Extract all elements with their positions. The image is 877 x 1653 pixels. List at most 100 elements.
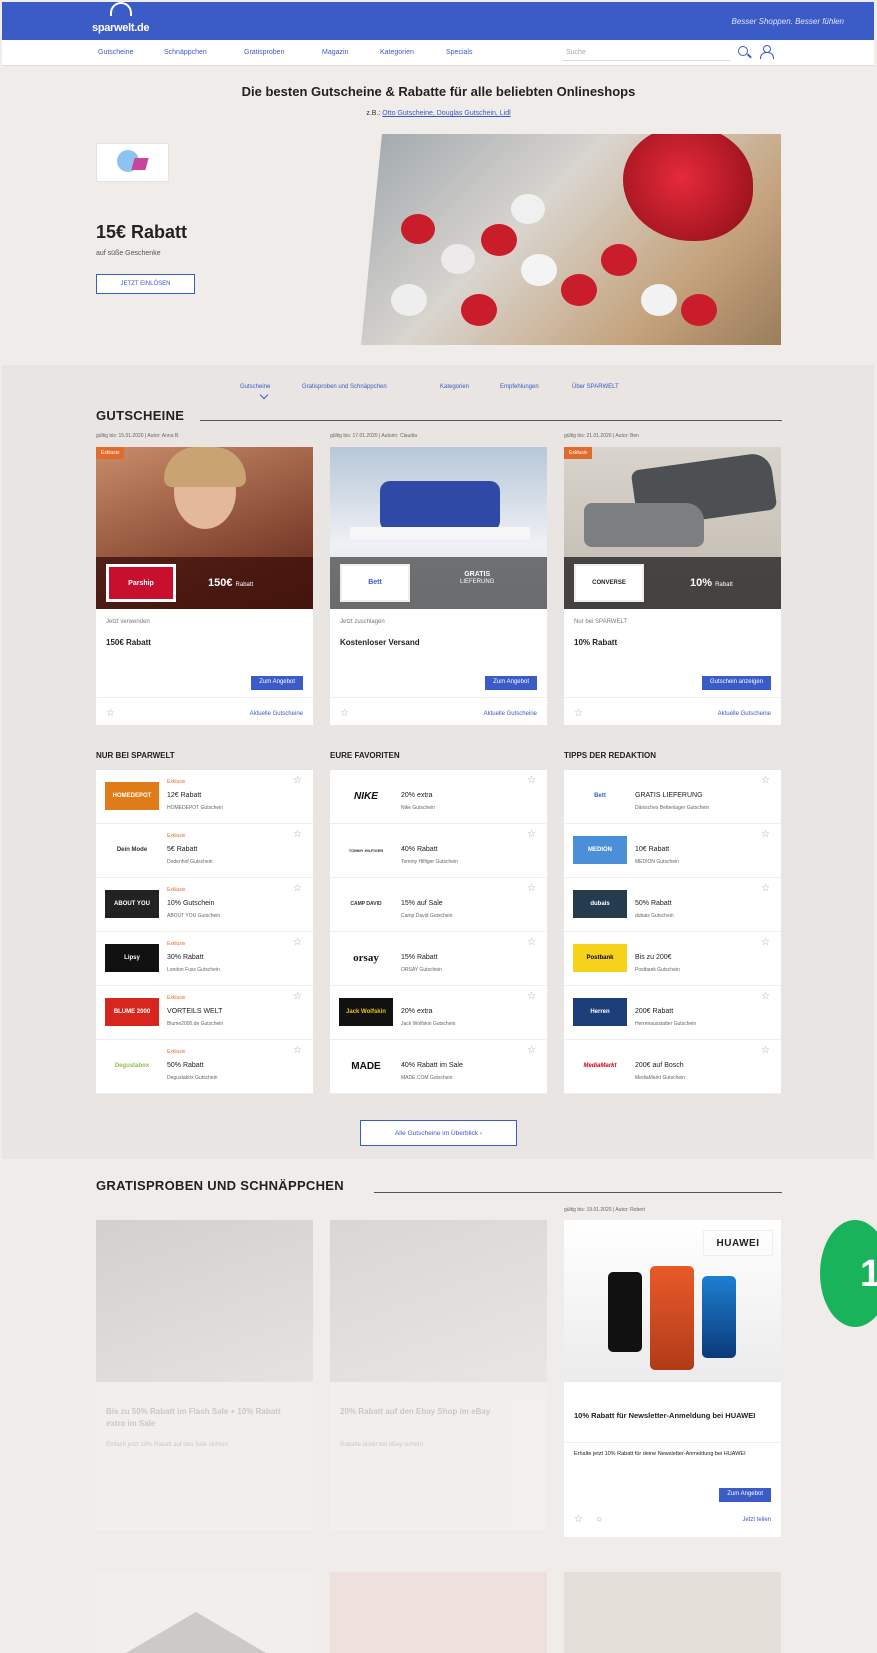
candy-shape <box>561 274 597 306</box>
card-link[interactable]: Aktuelle Gutscheine <box>250 711 303 717</box>
nav-kategorien[interactable]: Kategorien <box>380 49 414 56</box>
list-item[interactable]: Postbank Bis zu 200€ Postbank Gutschein ☆ <box>564 932 781 986</box>
search-input[interactable]: Suche <box>562 45 730 61</box>
star-icon[interactable]: ☆ <box>293 992 302 1002</box>
nav-magazin[interactable]: Magazin <box>322 49 348 56</box>
star-icon[interactable]: ☆ <box>293 884 302 894</box>
deal-card-faded[interactable] <box>330 1572 547 1653</box>
star-icon[interactable]: ☆ <box>527 992 536 1002</box>
star-icon[interactable]: ☆ <box>761 830 770 840</box>
share-icon[interactable]: ○ <box>596 1515 602 1525</box>
list-item[interactable]: Degustabox Exklusiv 50% Rabatt Degustabox G… <box>96 1040 313 1094</box>
brand-name: MediaMarkt <box>583 1063 617 1069</box>
search-icon[interactable] <box>738 46 748 56</box>
list-item[interactable]: Lipsy Exklusiv 30% Rabatt London Fuss Gutsc… <box>96 932 313 986</box>
list-item[interactable]: dubais 50% Rabatt dubais Gutschein ☆ <box>564 878 781 932</box>
subnav-gutscheine[interactable]: Gutscheine <box>240 384 270 390</box>
card-band-text: GRATIS LIEFERUNG <box>460 571 494 585</box>
deal-card-faded[interactable] <box>564 1572 781 1653</box>
star-icon[interactable]: ☆ <box>293 776 302 786</box>
list-item[interactable]: orsay 15% Rabatt ORSAY Gutschein ☆ <box>330 932 547 986</box>
band-small: Rabatt <box>715 582 733 588</box>
star-icon[interactable]: ☆ <box>574 709 583 719</box>
coupon-card[interactable]: Exklusiv CONVERSE 10% Rabatt Nur bei SPA… <box>564 447 781 725</box>
brand-logo: CONVERSE <box>574 564 644 602</box>
list-item[interactable]: Bett GRATIS LIEFERUNG Dänisches Bettenlage… <box>564 770 781 824</box>
star-icon[interactable]: ☆ <box>527 776 536 786</box>
list-item[interactable]: ABOUT YOU Exklusiv 10% Gutschein ABOUT YOU … <box>96 878 313 932</box>
star-icon[interactable]: ☆ <box>761 938 770 948</box>
list-item[interactable]: HOMEDEPOT Exklusiv 12€ Rabatt HOMEDEPOT Gut… <box>96 770 313 824</box>
list-item[interactable]: Herren 200€ Rabatt Herrenausstatter Gutsch… <box>564 986 781 1040</box>
offer-subtitle: London Fuss Gutschein <box>167 967 220 973</box>
star-icon[interactable]: ☆ <box>574 1515 583 1525</box>
subnav-kategorien[interactable]: Kategorien <box>440 384 469 390</box>
star-icon[interactable]: ☆ <box>527 830 536 840</box>
star-icon[interactable]: ☆ <box>527 938 536 948</box>
brand-logo: MediaMarkt <box>573 1052 627 1080</box>
logo[interactable]: sparwelt.de <box>92 22 150 34</box>
card-link[interactable]: Jetzt teilen <box>742 1517 771 1523</box>
deal-card-huawei[interactable]: HUAWEI 10% Rabatt für Newsletter-Anmeldu… <box>564 1220 781 1537</box>
offer-button[interactable]: Zum Angebot <box>719 1488 771 1502</box>
deal-card-faded[interactable]: 20% Rabatt auf den Ebay Shop im eBay Rab… <box>330 1220 547 1530</box>
offer-button[interactable]: Zum Angebot <box>251 676 303 690</box>
offer-button[interactable]: Zum Angebot <box>485 676 537 690</box>
subnav-empfehlungen[interactable]: Empfehlungen <box>500 384 539 390</box>
candy-shape <box>461 294 497 326</box>
nav-specials[interactable]: Specials <box>446 49 472 56</box>
list-item[interactable]: CAMP DAVID 15% auf Sale Camp David Gutsche… <box>330 878 547 932</box>
offer-title: GRATIS LIEFERUNG <box>635 792 703 799</box>
phone-shape <box>650 1266 694 1370</box>
list-item[interactable]: MediaMarkt 200€ auf Bosch MediaMarkt Gutsc… <box>564 1040 781 1094</box>
hero-cta-button[interactable]: JETZT EINLÖSEN <box>96 274 195 294</box>
candy-shape <box>481 224 517 256</box>
subnav-gratisproben[interactable]: Gratisproben und Schnäppchen <box>302 384 387 390</box>
list-item[interactable]: Dein Mode Exklusiv 5€ Rabatt Dodenhof Gutsc… <box>96 824 313 878</box>
user-icon[interactable] <box>760 45 774 59</box>
brand-name: Jack Wolfskin <box>346 1009 386 1015</box>
offer-subtitle: MEDION Gutschein <box>635 859 679 865</box>
deal-card-faded[interactable]: Bis zu 50% Rabatt im Flash Sale + 10% Ra… <box>96 1220 313 1530</box>
star-icon[interactable]: ☆ <box>527 884 536 894</box>
star-icon[interactable]: ☆ <box>527 1046 536 1056</box>
card-divider <box>564 1442 781 1443</box>
coupon-list-exclusive: HOMEDEPOT Exklusiv 12€ Rabatt HOMEDEPOT Gut… <box>96 770 313 1094</box>
star-icon[interactable]: ☆ <box>761 1046 770 1056</box>
example-link[interactable]: Otto Gutscheine, Douglas Gutschein, Lidl <box>382 110 510 117</box>
star-icon[interactable]: ☆ <box>293 938 302 948</box>
star-icon[interactable]: ☆ <box>761 776 770 786</box>
subnav-ueber[interactable]: Über SPARWELT <box>572 384 619 390</box>
nav-gutscheine[interactable]: Gutscheine <box>98 49 133 56</box>
brand-name: CAMP DAVID <box>350 901 382 907</box>
list-item[interactable]: MADE 40% Rabatt im Sale MADE.COM Gutschein… <box>330 1040 547 1094</box>
all-coupons-button[interactable]: Alle Gutscheine im Überblick › <box>360 1120 517 1146</box>
band-small: LIEFERUNG <box>460 579 495 585</box>
exclusive-badge: Exklusiv <box>167 1049 186 1055</box>
hero-brand-logo[interactable] <box>96 143 169 182</box>
coupon-card[interactable]: Bett GRATIS LIEFERUNG Jetzt zuschlagen Ko… <box>330 447 547 725</box>
nav-schnaeppchen[interactable]: Schnäppchen <box>164 49 207 56</box>
card-divider <box>330 697 547 698</box>
deal-card-faded[interactable] <box>96 1572 313 1653</box>
offer-button[interactable]: Gutschein anzeigen <box>701 676 771 690</box>
star-icon[interactable]: ☆ <box>761 884 770 894</box>
nav-gratisproben[interactable]: Gratisproben <box>244 49 284 56</box>
star-icon[interactable]: ☆ <box>293 830 302 840</box>
list-item[interactable]: MEDION 10€ Rabatt MEDION Gutschein ☆ <box>564 824 781 878</box>
brand-logo: Dein Mode <box>105 836 159 864</box>
star-icon[interactable]: ☆ <box>340 709 349 719</box>
list-item[interactable]: BLUME 2000 Exklusiv VORTEILS WELT Blume2000… <box>96 986 313 1040</box>
card-link[interactable]: Aktuelle Gutscheine <box>484 711 537 717</box>
list-item[interactable]: TOMMY HILFIGER 40% Rabatt Tommy Hilfiger G… <box>330 824 547 878</box>
star-icon[interactable]: ☆ <box>293 1046 302 1056</box>
list-item[interactable]: NIKE 20% extra Nike Gutschein ☆ <box>330 770 547 824</box>
offer-subtitle: Nike Gutschein <box>401 805 435 811</box>
star-icon[interactable]: ☆ <box>761 992 770 1002</box>
list-item[interactable]: Jack Wolfskin 20% extra Jack Wolfskin Guts… <box>330 986 547 1040</box>
star-icon[interactable]: ☆ <box>106 709 115 719</box>
offer-title: 5€ Rabatt <box>167 846 198 853</box>
coupon-card[interactable]: Exklusiv Parship 150€ Rabatt Jetzt verwe… <box>96 447 313 725</box>
hero-image[interactable] <box>361 134 781 345</box>
card-link[interactable]: Aktuelle Gutscheine <box>718 711 771 717</box>
